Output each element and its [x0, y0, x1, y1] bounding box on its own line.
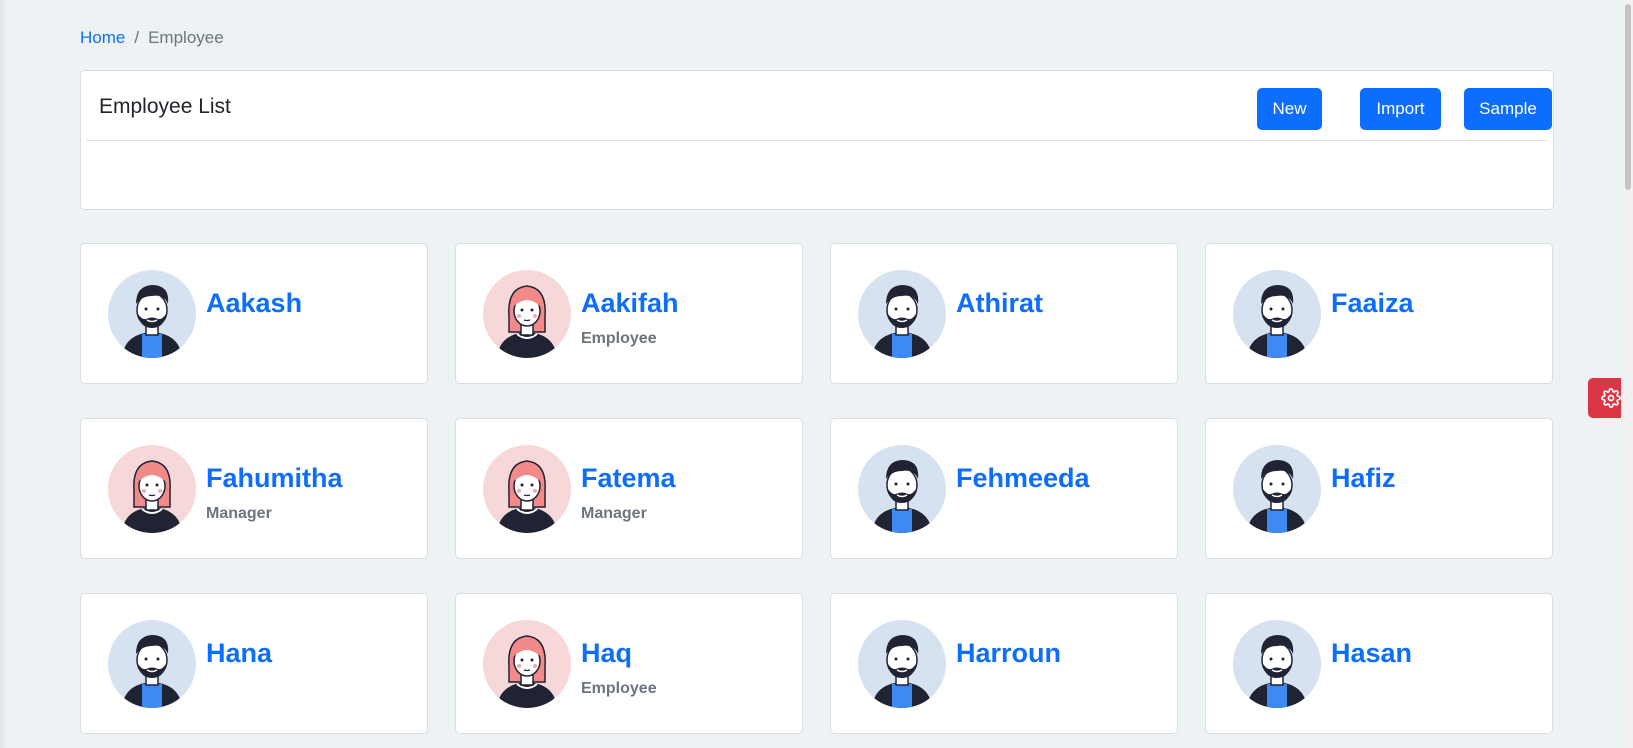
- employee-role: Manager: [206, 505, 272, 522]
- employee-card[interactable]: Aakash: [80, 243, 428, 384]
- page-left-edge: [0, 0, 8, 748]
- breadcrumb: Home / Employee: [80, 28, 224, 48]
- employee-role: Employee: [581, 680, 657, 697]
- vertical-scrollbar[interactable]: [1621, 0, 1633, 748]
- employee-name-link[interactable]: Hafiz: [1331, 463, 1396, 494]
- male-avatar-icon: [858, 445, 946, 533]
- breadcrumb-separator: /: [134, 28, 140, 47]
- male-avatar-icon: [858, 270, 946, 358]
- employee-name-link[interactable]: Aakash: [206, 288, 302, 319]
- new-button[interactable]: New: [1257, 88, 1322, 130]
- male-avatar-icon: [858, 620, 946, 708]
- male-avatar-icon: [1233, 620, 1321, 708]
- employee-name-link[interactable]: Harroun: [956, 638, 1061, 669]
- employee-card[interactable]: Aakifah Employee: [455, 243, 803, 384]
- employee-name-link[interactable]: Aakifah: [581, 288, 679, 319]
- female-avatar-icon: [483, 270, 571, 358]
- female-avatar-icon: [483, 620, 571, 708]
- employee-name-link[interactable]: Faaiza: [1331, 288, 1414, 319]
- employee-list-header: Employee List New Import Sample: [86, 71, 1552, 141]
- employee-card[interactable]: Faaiza: [1205, 243, 1553, 384]
- employee-name-link[interactable]: Athirat: [956, 288, 1043, 319]
- employee-name-link[interactable]: Fehmeeda: [956, 463, 1090, 494]
- employee-card[interactable]: Hasan: [1205, 593, 1553, 734]
- employee-card[interactable]: Hafiz: [1205, 418, 1553, 559]
- employee-grid: Aakash Aakifah Employee Athirat Faaiza Fahumi…: [80, 243, 1553, 734]
- employee-list-card: Employee List New Import Sample: [80, 70, 1554, 210]
- scrollbar-thumb[interactable]: [1625, 4, 1631, 190]
- male-avatar-icon: [108, 270, 196, 358]
- employee-card[interactable]: Athirat: [830, 243, 1178, 384]
- employee-name-link[interactable]: Fahumitha: [206, 463, 343, 494]
- gear-icon: [1600, 388, 1621, 408]
- employee-role: Employee: [581, 330, 657, 347]
- employee-name-link[interactable]: Hana: [206, 638, 272, 669]
- employee-role: Manager: [581, 505, 647, 522]
- sample-button[interactable]: Sample: [1464, 88, 1552, 130]
- employee-card[interactable]: Haq Employee: [455, 593, 803, 734]
- employee-card[interactable]: Harroun: [830, 593, 1178, 734]
- male-avatar-icon: [1233, 270, 1321, 358]
- employee-card[interactable]: Fahumitha Manager: [80, 418, 428, 559]
- breadcrumb-current: Employee: [148, 28, 224, 47]
- female-avatar-icon: [483, 445, 571, 533]
- breadcrumb-home-link[interactable]: Home: [80, 28, 125, 48]
- female-avatar-icon: [108, 445, 196, 533]
- employee-name-link[interactable]: Haq: [581, 638, 632, 669]
- employee-card[interactable]: Hana: [80, 593, 428, 734]
- employee-name-link[interactable]: Hasan: [1331, 638, 1412, 669]
- male-avatar-icon: [108, 620, 196, 708]
- import-button[interactable]: Import: [1360, 88, 1441, 130]
- employee-name-link[interactable]: Fatema: [581, 463, 676, 494]
- employee-card[interactable]: Fatema Manager: [455, 418, 803, 559]
- page-title: Employee List: [99, 95, 231, 118]
- employee-card[interactable]: Fehmeeda: [830, 418, 1178, 559]
- male-avatar-icon: [1233, 445, 1321, 533]
